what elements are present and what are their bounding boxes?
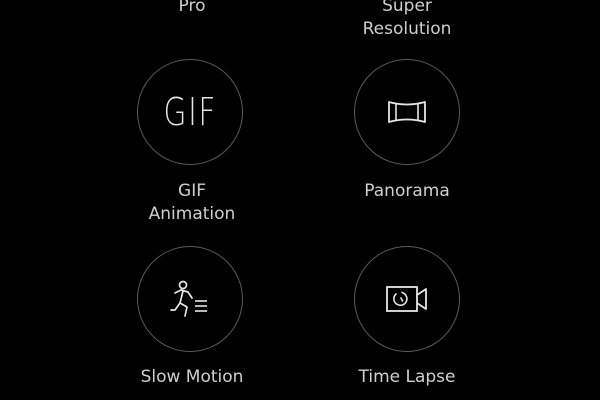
mode-label-pro: Pro: [178, 0, 206, 16]
slow-motion-mode-button[interactable]: [137, 246, 243, 352]
mode-label-time-lapse: Time Lapse: [358, 367, 456, 387]
mode-label-super-resolution: Super Resolution: [362, 0, 452, 39]
panorama-icon: [388, 101, 426, 123]
panorama-mode-button[interactable]: [354, 59, 460, 165]
gif-text-icon: GIF: [163, 90, 217, 134]
running-person-icon: [170, 280, 207, 317]
time-lapse-mode-button[interactable]: [354, 246, 460, 352]
gif-animation-mode-button[interactable]: GIF: [137, 59, 243, 165]
mode-label-slow-motion: Slow Motion: [140, 367, 244, 387]
timelapse-camera-icon: [386, 286, 427, 312]
mode-label-gif-animation: GIF Animation: [148, 181, 236, 224]
mode-label-panorama: Panorama: [364, 181, 450, 201]
